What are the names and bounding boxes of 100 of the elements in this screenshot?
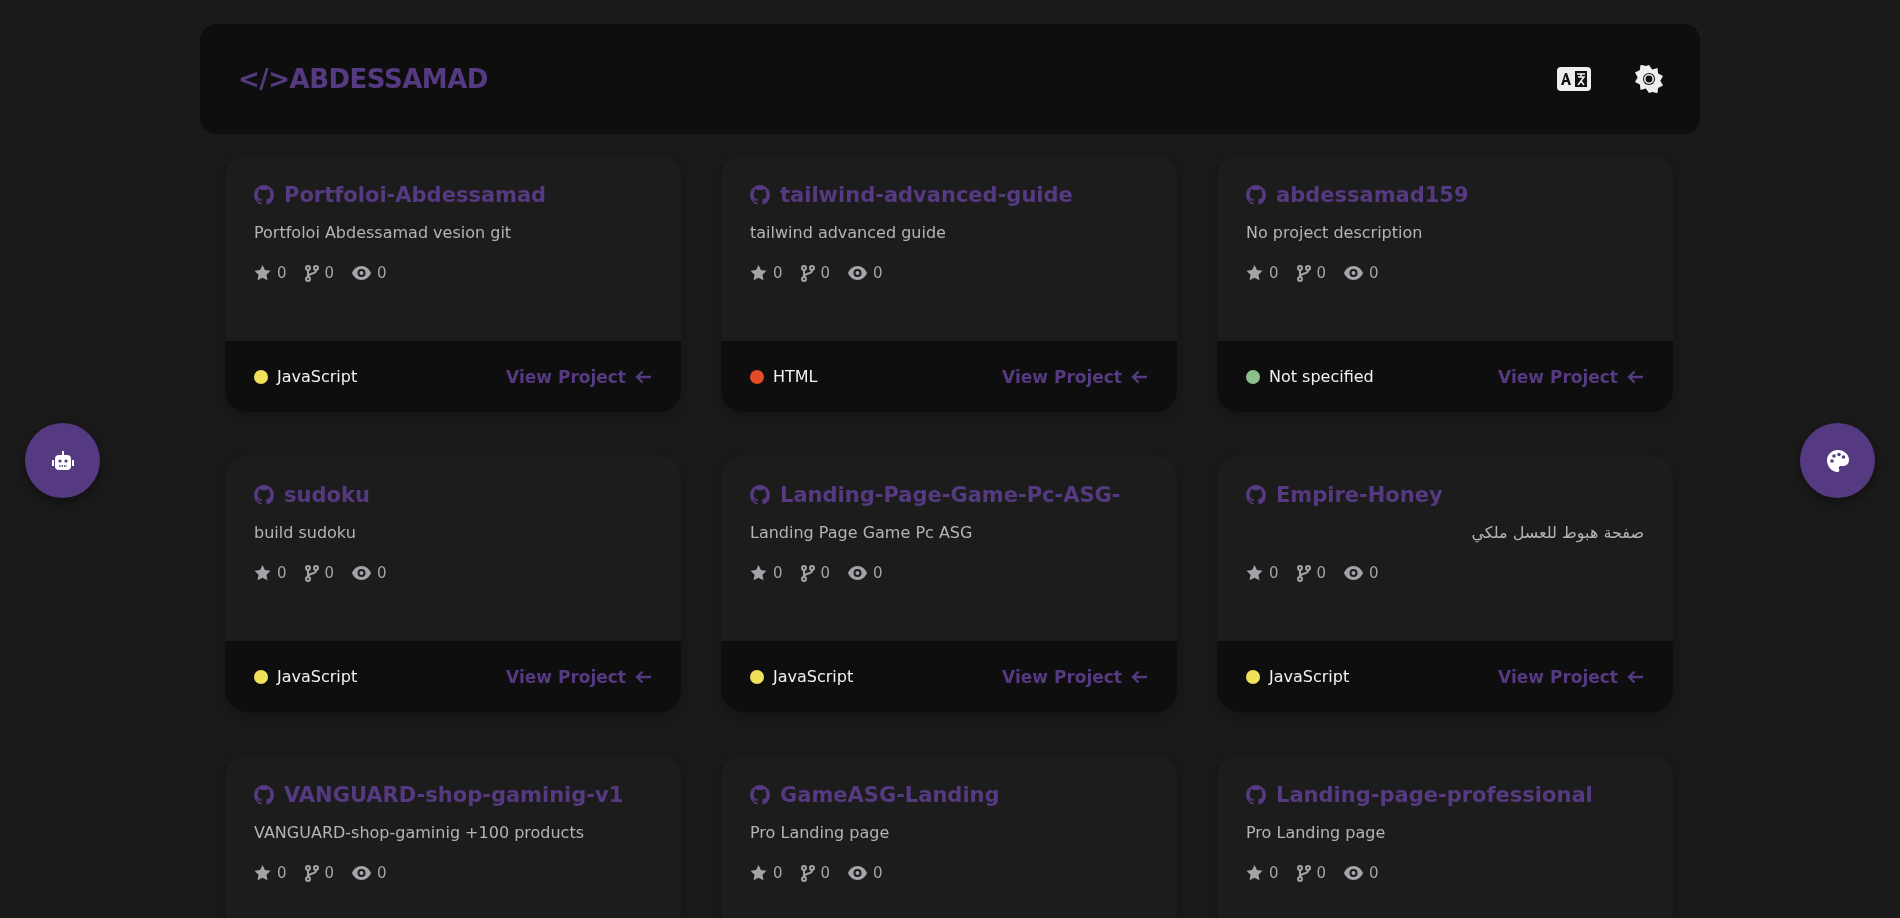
star-count: 0 [1269, 864, 1279, 882]
star-count: 0 [773, 264, 783, 282]
branch-icon [304, 564, 319, 582]
star-icon [1246, 565, 1263, 581]
view-project-link[interactable]: View Project [1002, 666, 1148, 687]
watcher-count: 0 [1369, 564, 1379, 582]
project-description: Portfoloi Abdessamad vesion git [254, 223, 513, 242]
arrow-left-icon [635, 669, 652, 684]
arrow-left-icon [1131, 669, 1148, 684]
arrow-left-icon [1627, 669, 1644, 684]
star-count: 0 [773, 564, 783, 582]
star-icon [254, 865, 271, 881]
fork-count: 0 [324, 264, 335, 282]
language-label: JavaScript [277, 667, 358, 686]
eye-icon [848, 866, 868, 880]
project-description: Pro Landing page [750, 823, 891, 842]
project-title[interactable]: abdessamad159 [1276, 183, 1469, 207]
github-icon [750, 485, 770, 505]
fork-count: 0 [1316, 264, 1327, 282]
project-description: build sudoku [254, 523, 357, 542]
star-icon [750, 565, 767, 581]
project-title[interactable]: tailwind-advanced-guide [780, 183, 1073, 207]
fork-count: 0 [1316, 564, 1327, 582]
eye-icon [1344, 866, 1364, 880]
project-description: tailwind advanced guide [750, 223, 947, 242]
watcher-count: 0 [1369, 864, 1379, 882]
project-title[interactable]: Landing-page-professional [1276, 783, 1593, 807]
site-logo[interactable]: </>ABDESSAMAD [238, 64, 488, 94]
github-icon [1246, 785, 1266, 805]
fork-count: 0 [1316, 864, 1327, 882]
project-description: VANGUARD-shop-gaminig +100 products [254, 823, 586, 842]
view-project-link[interactable]: View Project [1002, 366, 1148, 387]
sun-icon [1635, 65, 1663, 93]
project-description: No project description [1246, 223, 1424, 242]
branch-icon [800, 264, 815, 282]
palette-icon [1826, 449, 1849, 472]
star-icon [750, 265, 767, 281]
branch-icon [304, 264, 319, 282]
github-icon [1246, 185, 1266, 205]
github-icon [750, 785, 770, 805]
watcher-count: 0 [377, 864, 387, 882]
language-label: JavaScript [1269, 667, 1350, 686]
project-title[interactable]: VANGUARD-shop-gaminig-v1 [284, 783, 624, 807]
star-icon [1246, 865, 1263, 881]
project-title[interactable]: GameASG-Landing [780, 783, 1000, 807]
github-icon [254, 185, 274, 205]
project-description: Pro Landing page [1246, 823, 1387, 842]
star-count: 0 [277, 864, 287, 882]
eye-icon [352, 866, 372, 880]
language-label: HTML [773, 367, 818, 386]
fork-count: 0 [324, 564, 335, 582]
star-icon [1246, 265, 1263, 281]
star-icon [750, 865, 767, 881]
star-count: 0 [277, 564, 287, 582]
fork-count: 0 [820, 264, 831, 282]
star-icon [254, 265, 271, 281]
watcher-count: 0 [1369, 264, 1379, 282]
star-icon [254, 565, 271, 581]
eye-icon [848, 266, 868, 280]
star-count: 0 [773, 864, 783, 882]
branch-icon [1296, 264, 1311, 282]
arrow-left-icon [1627, 369, 1644, 384]
eye-icon [1344, 566, 1364, 580]
eye-icon [352, 566, 372, 580]
fork-count: 0 [820, 864, 831, 882]
project-description: صفحة هبوط للعسل ملكي [1470, 523, 1644, 542]
branch-icon [800, 564, 815, 582]
translate-icon [1557, 67, 1591, 91]
branch-icon [304, 864, 319, 882]
github-icon [1246, 485, 1266, 505]
fork-count: 0 [820, 564, 831, 582]
watcher-count: 0 [873, 264, 883, 282]
arrow-left-icon [1131, 369, 1148, 384]
project-title[interactable]: sudoku [284, 483, 370, 507]
fork-count: 0 [324, 864, 335, 882]
star-count: 0 [1269, 564, 1279, 582]
project-title[interactable]: Landing-Page-Game-Pc-ASG- [780, 483, 1121, 507]
branch-icon [1296, 564, 1311, 582]
project-description: Landing Page Game Pc ASG [750, 523, 974, 542]
watcher-count: 0 [873, 564, 883, 582]
project-title[interactable]: Empire-Honey [1276, 483, 1443, 507]
github-icon [254, 485, 274, 505]
github-icon [750, 185, 770, 205]
watcher-count: 0 [377, 264, 387, 282]
view-project-link[interactable]: View Project [1498, 666, 1644, 687]
branch-icon [1296, 864, 1311, 882]
star-count: 0 [1269, 264, 1279, 282]
branch-icon [800, 864, 815, 882]
github-icon [254, 785, 274, 805]
view-project-link[interactable]: View Project [1498, 366, 1644, 387]
view-project-link[interactable]: View Project [506, 366, 652, 387]
eye-icon [848, 566, 868, 580]
language-label: JavaScript [773, 667, 854, 686]
project-title[interactable]: Portfoloi-Abdessamad [284, 183, 547, 207]
star-count: 0 [277, 264, 287, 282]
arrow-left-icon [635, 369, 652, 384]
language-label: JavaScript [277, 367, 358, 386]
watcher-count: 0 [873, 864, 883, 882]
watcher-count: 0 [377, 564, 387, 582]
view-project-link[interactable]: View Project [506, 666, 652, 687]
